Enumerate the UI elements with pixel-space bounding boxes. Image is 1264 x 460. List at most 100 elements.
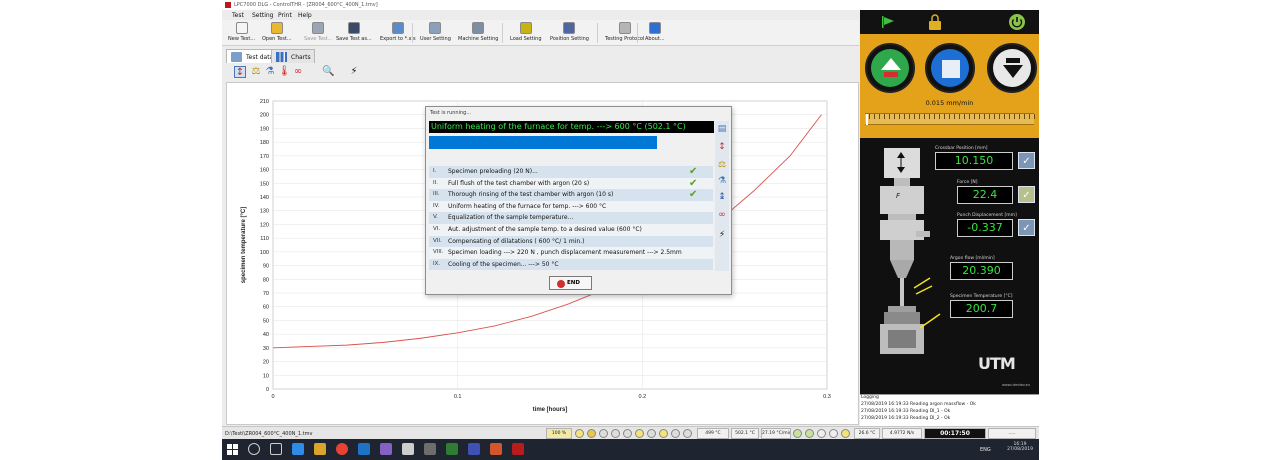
vertical-cursor-icon[interactable]: ↕	[234, 66, 246, 78]
y-tick-label: 140	[260, 195, 269, 201]
toolbar-button-label: Save Test as...	[336, 36, 372, 42]
move-down-button[interactable]	[987, 43, 1037, 93]
indicator-2-icon	[587, 429, 596, 438]
zoom-icon[interactable]: 🔍	[322, 66, 334, 78]
thermometer-icon[interactable]: 🌡	[278, 66, 291, 78]
indicator-9-icon	[671, 429, 680, 438]
toolbar-button-label: Testing Protocol	[605, 36, 645, 42]
move-up-button[interactable]	[865, 43, 915, 93]
search-icon[interactable]	[248, 443, 260, 455]
flask-icon[interactable]: ⚗	[716, 175, 728, 187]
flask-icon[interactable]: ⚗	[264, 66, 276, 78]
tab-strip: Test data Charts	[222, 48, 859, 63]
lock-icon[interactable]	[926, 13, 944, 31]
load-setting-button[interactable]: Load Setting	[510, 22, 542, 44]
step-text: Equalization of the sample temperature..…	[448, 214, 574, 222]
link-icon[interactable]: ∞	[292, 66, 304, 78]
menu-setting[interactable]: Setting	[252, 12, 273, 19]
open-folder-button[interactable]: Open Test...	[262, 22, 292, 44]
status-ok-1-icon	[793, 429, 802, 438]
slider-thumb[interactable]	[866, 114, 868, 125]
office-icon[interactable]	[490, 443, 502, 455]
flag-play-icon[interactable]	[880, 15, 896, 29]
ambient-temp: 26.6 °C	[854, 428, 880, 439]
y-tick-label: 120	[260, 222, 269, 228]
machine-setting-button[interactable]: Machine Setting	[458, 22, 498, 44]
toolbar-separator	[637, 23, 638, 43]
visual-studio-icon[interactable]	[380, 443, 392, 455]
link-icon[interactable]: ∞	[716, 209, 728, 221]
indicator-1-icon	[575, 429, 584, 438]
current-step-banner: Uniform heating of the furnace for temp.…	[429, 121, 714, 133]
y-tick-label: 200	[260, 113, 269, 119]
speed-slider[interactable]	[865, 113, 1035, 125]
app-icon[interactable]	[468, 443, 480, 455]
export-button[interactable]: Export to *.xls	[380, 22, 416, 44]
lightning-icon[interactable]: ⚡	[348, 66, 360, 78]
new-document-button[interactable]: New Test...	[228, 22, 255, 44]
protocol-icon[interactable]: ▤	[716, 123, 728, 135]
step-number: IV.	[433, 202, 440, 209]
y-axis-label: specimen temperature [°C]	[241, 207, 247, 283]
crossbar-label: Crossbar Position [mm]	[935, 146, 988, 151]
vertical-cursor-icon[interactable]: ↕	[716, 141, 728, 153]
open-folder-icon	[270, 22, 283, 34]
user-setting-button[interactable]: User Setting	[420, 22, 451, 44]
save-as-icon	[347, 22, 360, 34]
testing-protocol-button[interactable]: Testing Protocol	[605, 22, 644, 44]
language-indicator[interactable]: ENG	[980, 447, 991, 453]
application-window: LPC7000 DLG - ControlTHR - [ZR004_600°C_…	[222, 0, 1039, 460]
load-icon[interactable]: ⚖	[716, 159, 728, 171]
save-button[interactable]: Save Test...	[304, 22, 332, 44]
arrow-up-icon	[881, 58, 901, 77]
stop-crosshead-button[interactable]	[925, 43, 975, 93]
status-ok-2-icon	[805, 429, 814, 438]
crossbar-check-icon[interactable]: ✓	[1018, 152, 1035, 169]
tab-test-data[interactable]: Test data	[226, 49, 278, 63]
lightning-icon[interactable]: ⚡	[716, 229, 728, 241]
menu-help[interactable]: Help	[298, 12, 312, 19]
calculator-icon[interactable]	[424, 443, 436, 455]
step-row: I. Specimen preloading (20 N)... ✔	[429, 166, 713, 178]
step-row: V. Equalization of the sample temperature…	[429, 212, 713, 224]
menu-print[interactable]: Print	[278, 12, 292, 19]
crossbar-value: 10.150	[935, 152, 1013, 170]
punch-label: Punch Displacement [mm]	[957, 213, 1017, 218]
ruler-tick	[1029, 114, 1030, 119]
toolbar-button-label: Position Setting	[550, 36, 589, 42]
task-view-icon[interactable]	[270, 443, 282, 455]
y-tick-label: 30	[263, 346, 269, 352]
file-explorer-icon[interactable]	[314, 443, 326, 455]
toolbar-button-label: User Setting	[420, 36, 451, 42]
store-icon[interactable]	[402, 443, 414, 455]
new-document-icon	[235, 22, 248, 34]
save-as-button[interactable]: Save Test as...	[336, 22, 372, 44]
step-text: Cooling of the specimen... ---> 50 °C	[448, 260, 559, 268]
arrows-icon[interactable]: ↨	[716, 191, 728, 203]
status-4-icon	[829, 429, 838, 438]
app-icon	[225, 2, 231, 8]
y-tick-label: 100	[260, 250, 269, 256]
edge-icon[interactable]	[292, 443, 304, 455]
x-tick-label: 0	[271, 394, 274, 400]
temp-actual: 502.1 °C	[731, 428, 759, 439]
tab-charts[interactable]: Charts	[271, 49, 315, 63]
power-icon[interactable]	[1008, 13, 1026, 31]
ruler-tick	[974, 114, 975, 119]
end-button[interactable]: END	[549, 276, 592, 290]
about-button[interactable]: About...	[645, 22, 665, 44]
system-clock[interactable]: 16:19 27/08/2019	[1007, 442, 1033, 452]
chrome-icon[interactable]	[336, 443, 348, 455]
control-thr-icon[interactable]	[512, 443, 524, 455]
y-tick-label: 110	[260, 236, 269, 242]
position-setting-button[interactable]: Position Setting	[550, 22, 589, 44]
punch-check-icon[interactable]: ✓	[1018, 219, 1035, 236]
windows-start-icon[interactable]	[227, 444, 238, 455]
test-data-icon	[231, 52, 242, 62]
y-tick-label: 20	[263, 360, 269, 366]
load-icon[interactable]: ⚖	[250, 66, 262, 78]
excel-icon[interactable]	[446, 443, 458, 455]
force-check-icon[interactable]: ✓	[1018, 186, 1035, 203]
mail-icon[interactable]	[358, 443, 370, 455]
menu-test[interactable]: Test	[232, 12, 244, 19]
